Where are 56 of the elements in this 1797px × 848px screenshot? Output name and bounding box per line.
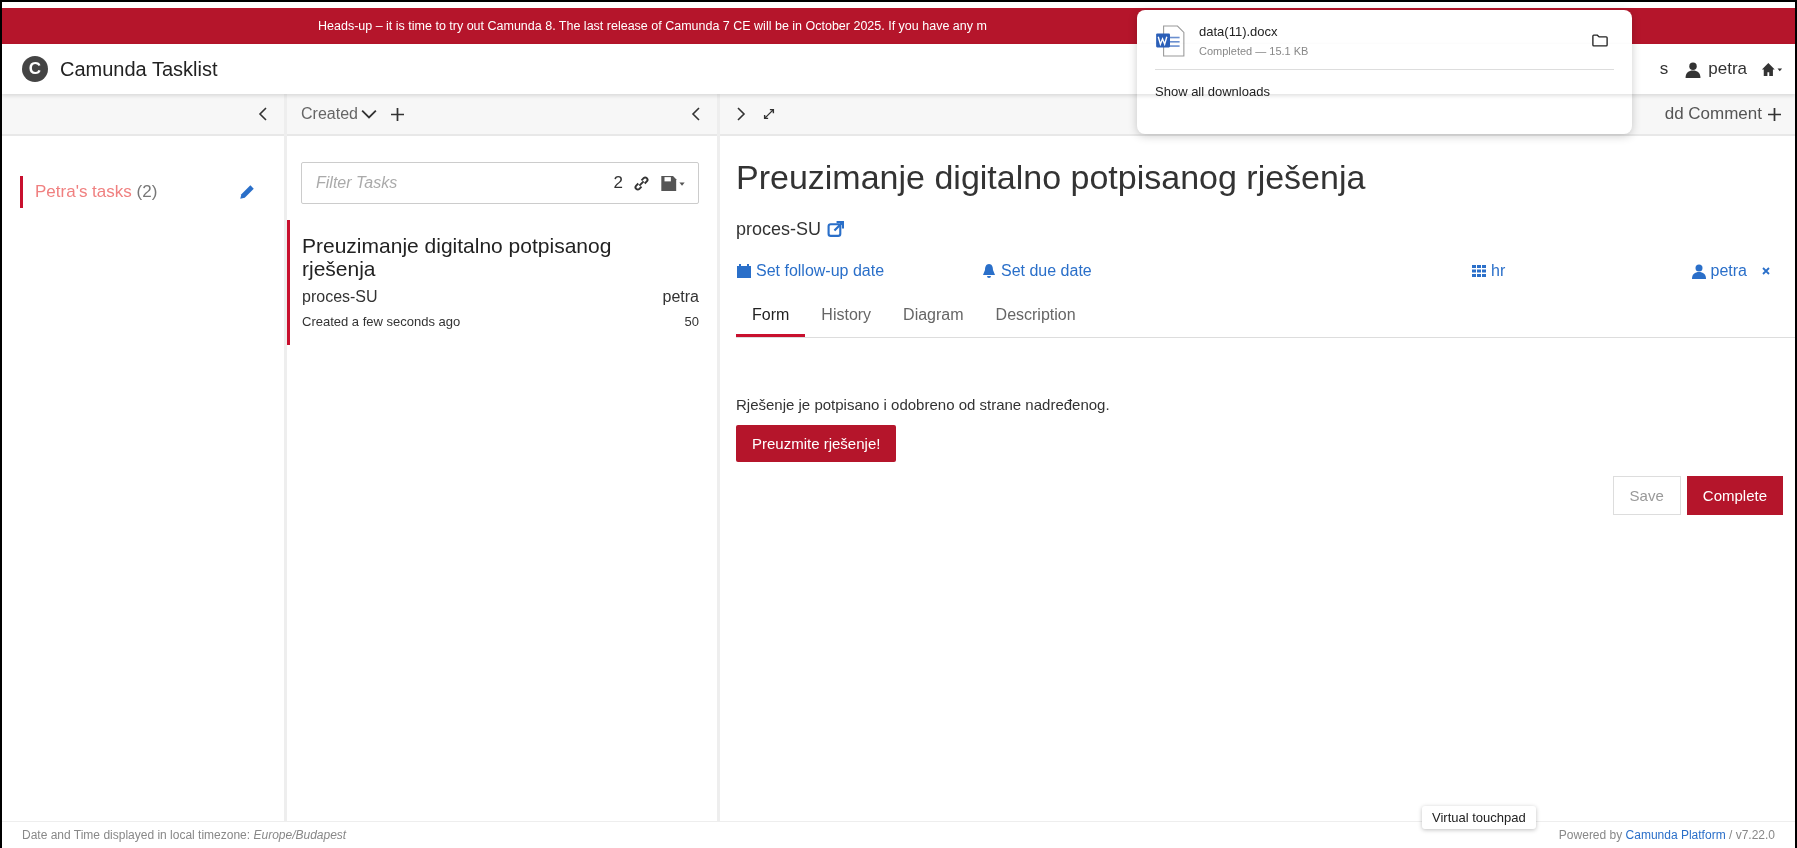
collapse-icon[interactable]	[256, 106, 270, 122]
app-title: Camunda Tasklist	[60, 57, 218, 81]
save-icon[interactable]	[660, 174, 686, 192]
file-name[interactable]: data(11).docx	[1199, 24, 1578, 39]
filter-item[interactable]: Petra's tasks (2)	[20, 176, 268, 208]
add-comment-button[interactable]: dd Comment	[1664, 104, 1781, 124]
version-text: / v7.22.0	[1728, 828, 1775, 842]
timezone-note: Date and Time displayed in local timezone: Europe/Budapest	[22, 828, 347, 842]
plus-icon	[1768, 107, 1781, 121]
priority: 50	[684, 314, 699, 330]
sort-dropdown[interactable]: Created	[301, 105, 377, 123]
assignee: petra	[662, 288, 699, 307]
form-text: Rješenje je potpisano i odobreno od strane nadređenog.	[736, 396, 1111, 413]
external-link-icon[interactable]	[827, 221, 845, 238]
tab[interactable]: Form	[736, 298, 806, 337]
calendar-icon	[736, 263, 752, 279]
created-time: Created a few seconds ago	[302, 314, 461, 330]
download-button[interactable]: Preuzmite rješenje!	[736, 425, 897, 462]
add-icon[interactable]	[390, 107, 404, 121]
tab[interactable]: History	[805, 298, 888, 337]
user-menu[interactable]: petra	[1682, 59, 1747, 79]
filter-field[interactable]: Filter Tasks 2	[301, 162, 699, 204]
banner-text: Heads-up – it is time to try out Camunda 8. The last release of Camunda 7 CE will be in October 2025. If you have any m	[318, 19, 987, 33]
tab[interactable]: Description	[979, 298, 1092, 337]
caret-icon	[360, 108, 377, 120]
powered-by-text: Powered by	[1558, 828, 1623, 842]
fullscreen-icon[interactable]	[762, 106, 776, 122]
home-menu[interactable]	[1761, 60, 1783, 78]
camunda-logo: C	[22, 56, 48, 82]
task-name: Preuzimanje digitalno potpisanog rješenja	[302, 234, 613, 281]
grid-icon	[1471, 263, 1487, 279]
folder-icon[interactable]	[1592, 34, 1608, 47]
process-name: proces-SU	[302, 288, 378, 307]
show-all-downloads-link[interactable]: Show all downloads	[1155, 84, 1270, 99]
expand-icon[interactable]	[734, 106, 748, 122]
download-status: Completed — 15.1 KB	[1199, 45, 1310, 57]
close-icon[interactable]	[1761, 266, 1771, 276]
link-icon[interactable]	[633, 174, 650, 192]
task-card[interactable]: Preuzimanje digitalno potpisanog rješenja proces-SU petra Created a few seconds ago 50	[287, 220, 717, 346]
group-link[interactable]: hr	[1471, 262, 1691, 280]
date-link[interactable]: Set follow-up date	[736, 262, 981, 280]
filter-count: 2	[613, 173, 623, 193]
collapse-icon[interactable]	[689, 106, 703, 122]
task-title: Preuzimanje digitalno potpisanog rješenja	[736, 158, 1367, 197]
process-name: proces-SU	[736, 219, 822, 240]
person-icon	[1690, 263, 1707, 279]
word-document-icon	[1155, 24, 1185, 57]
platform-link[interactable]: Camunda Platform	[1625, 828, 1726, 842]
bell-icon	[981, 263, 997, 279]
pencil-icon[interactable]	[238, 183, 256, 201]
tooltip: Virtual touchpad	[1422, 806, 1536, 829]
date-link[interactable]: Set due date	[981, 262, 1471, 280]
complete-button[interactable]: Complete	[1686, 476, 1783, 515]
tab[interactable]: Diagram	[887, 298, 980, 337]
assignee-link[interactable]: petra	[1690, 262, 1771, 280]
header-link[interactable]: s	[1659, 59, 1669, 79]
